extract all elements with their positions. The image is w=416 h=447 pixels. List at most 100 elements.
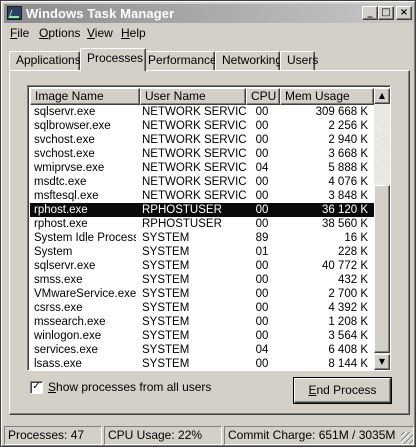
- vertical-scrollbar[interactable]: ▲ ▼: [374, 88, 390, 370]
- table-row[interactable]: rphost.exe RPHOSTUSER 00 38 560 K: [30, 217, 374, 231]
- menu-file[interactable]: File: [10, 26, 29, 40]
- cell-mem-usage: 228 K: [337, 246, 368, 258]
- tab-performance[interactable]: Performance: [141, 51, 217, 70]
- cell-image-name: sqlbrowser.exe: [34, 120, 111, 132]
- table-row[interactable]: svchost.exe NETWORK SERVICE 00 2 940 K: [30, 133, 374, 147]
- cell-user-name: SYSTEM: [142, 302, 190, 314]
- cell-cpu: 89: [255, 232, 269, 244]
- resize-grip-icon[interactable]: [401, 432, 413, 444]
- cell-user-name: NETWORK SERVICE: [142, 148, 246, 160]
- table-row[interactable]: services.exe SYSTEM 04 6 408 K: [30, 343, 374, 357]
- task-manager-window: Windows Task Manager _ □ × File Options …: [0, 0, 416, 447]
- cell-image-name: lsass.exe: [34, 358, 82, 370]
- table-row[interactable]: svchost.exe NETWORK SERVICE 00 3 668 K: [30, 147, 374, 161]
- scrollbar-thumb[interactable]: [374, 185, 390, 353]
- cell-image-name: System: [34, 246, 73, 258]
- process-rows: sqlservr.exe NETWORK SERVICE 00 309 668 Ksq…: [30, 105, 374, 370]
- cell-cpu: 00: [255, 302, 269, 314]
- status-commit-charge: Commit Charge: 651M / 3035M: [224, 426, 414, 445]
- cell-image-name: wmiprvse.exe: [34, 162, 105, 174]
- cell-mem-usage: 2 256 K: [328, 120, 368, 132]
- tab-users[interactable]: Users: [280, 51, 318, 70]
- cell-user-name: SYSTEM: [142, 232, 190, 244]
- status-bar: Processes: 47 CPU Usage: 22% Commit Char…: [4, 426, 414, 445]
- tab-networking[interactable]: Networking: [215, 51, 282, 70]
- column-header-mem-usage[interactable]: Mem Usage: [280, 88, 374, 105]
- cell-user-name: SYSTEM: [142, 358, 190, 370]
- cell-cpu: 00: [255, 316, 269, 328]
- cell-user-name: SYSTEM: [142, 246, 190, 258]
- cell-cpu: 00: [255, 274, 269, 286]
- cell-user-name: NETWORK SERVICE: [142, 190, 246, 202]
- end-process-button[interactable]: End Process: [294, 378, 391, 403]
- show-all-users-checkbox[interactable]: ✓: [30, 381, 43, 394]
- column-header-user-name[interactable]: User Name: [140, 88, 246, 105]
- table-row[interactable]: wmiprvse.exe NETWORK SERVICE 04 5 888 K: [30, 161, 374, 175]
- menu-view[interactable]: View: [87, 26, 113, 40]
- table-row[interactable]: winlogon.exe SYSTEM 00 3 564 K: [30, 329, 374, 343]
- cell-cpu: 00: [255, 190, 269, 202]
- column-header-cpu[interactable]: CPU: [246, 88, 280, 105]
- table-row[interactable]: mssearch.exe SYSTEM 00 1 208 K: [30, 315, 374, 329]
- cell-mem-usage: 6 408 K: [328, 344, 368, 356]
- cell-mem-usage: 40 772 K: [321, 260, 368, 272]
- table-row[interactable]: sqlservr.exe NETWORK SERVICE 00 309 668 K: [30, 105, 374, 119]
- cell-mem-usage: 4 392 K: [328, 302, 368, 314]
- close-button[interactable]: ×: [396, 6, 412, 20]
- status-processes: Processes: 47: [4, 426, 102, 445]
- cell-cpu: 00: [255, 330, 269, 342]
- table-row[interactable]: smss.exe SYSTEM 00 432 K: [30, 273, 374, 287]
- menu-help[interactable]: Help: [121, 26, 146, 40]
- table-row[interactable]: msdtc.exe NETWORK SERVICE 00 4 076 K: [30, 175, 374, 189]
- cell-cpu: 00: [255, 176, 269, 188]
- cell-image-name: sqlservr.exe: [34, 106, 96, 118]
- maximize-button[interactable]: □: [378, 6, 394, 20]
- cell-image-name: svchost.exe: [34, 134, 95, 146]
- show-all-users-option[interactable]: ✓ Show processes from all users: [30, 380, 250, 395]
- cell-user-name: NETWORK SERVICE: [142, 134, 246, 146]
- cell-user-name: SYSTEM: [142, 288, 190, 300]
- cell-user-name: NETWORK SERVICE: [142, 106, 246, 118]
- table-row[interactable]: lsass.exe SYSTEM 00 8 144 K: [30, 357, 374, 370]
- cell-image-name: sqlservr.exe: [34, 260, 96, 272]
- cell-cpu: 00: [255, 106, 269, 118]
- cell-cpu: 00: [255, 204, 269, 216]
- cell-cpu: 00: [255, 288, 269, 300]
- table-row[interactable]: System SYSTEM 01 228 K: [30, 245, 374, 259]
- cell-cpu: 00: [255, 120, 269, 132]
- list-header: Image Name User Name CPU Mem Usage: [30, 88, 374, 105]
- title-bar[interactable]: Windows Task Manager _ □ ×: [4, 4, 414, 23]
- cell-mem-usage: 432 K: [337, 274, 368, 286]
- column-header-image-name[interactable]: Image Name: [30, 88, 140, 105]
- scroll-down-arrow-icon[interactable]: ▼: [374, 354, 390, 370]
- cell-user-name: SYSTEM: [142, 344, 190, 356]
- scroll-up-arrow-icon[interactable]: ▲: [374, 88, 390, 104]
- cell-image-name: services.exe: [34, 344, 98, 356]
- tab-applications[interactable]: Applications: [9, 51, 81, 70]
- cell-mem-usage: 3 564 K: [328, 330, 368, 342]
- cell-cpu: 04: [255, 344, 269, 356]
- cell-image-name: msftesql.exe: [34, 190, 99, 202]
- cell-mem-usage: 309 668 K: [315, 106, 368, 118]
- table-row[interactable]: sqlservr.exe SYSTEM 00 40 772 K: [30, 259, 374, 273]
- table-row[interactable]: sqlbrowser.exe NETWORK SERVICE 00 2 256 K: [30, 119, 374, 133]
- tab-processes[interactable]: Processes: [80, 48, 146, 71]
- cell-user-name: NETWORK SERVICE: [142, 120, 246, 132]
- table-row[interactable]: csrss.exe SYSTEM 00 4 392 K: [30, 301, 374, 315]
- minimize-button[interactable]: _: [362, 6, 378, 20]
- cell-image-name: rphost.exe: [34, 204, 88, 216]
- cell-user-name: NETWORK SERVICE: [142, 162, 246, 174]
- show-all-users-label: Show processes from all users: [48, 380, 212, 394]
- table-row[interactable]: msftesql.exe NETWORK SERVICE 00 3 848 K: [30, 189, 374, 203]
- cell-cpu: 00: [255, 148, 269, 160]
- cell-cpu: 00: [255, 260, 269, 272]
- table-row-selected[interactable]: rphost.exe RPHOSTUSER 00 36 120 K: [30, 203, 374, 217]
- cell-image-name: smss.exe: [34, 274, 83, 286]
- cell-user-name: NETWORK SERVICE: [142, 176, 246, 188]
- cell-image-name: mssearch.exe: [34, 316, 106, 328]
- table-row[interactable]: VMwareService.exe SYSTEM 00 2 700 K: [30, 287, 374, 301]
- cell-mem-usage: 38 560 K: [321, 218, 368, 230]
- table-row[interactable]: System Idle Process SYSTEM 89 16 K: [30, 231, 374, 245]
- menu-options[interactable]: Options: [39, 26, 80, 40]
- process-list[interactable]: Image Name User Name CPU Mem Usage sqlse…: [27, 85, 391, 371]
